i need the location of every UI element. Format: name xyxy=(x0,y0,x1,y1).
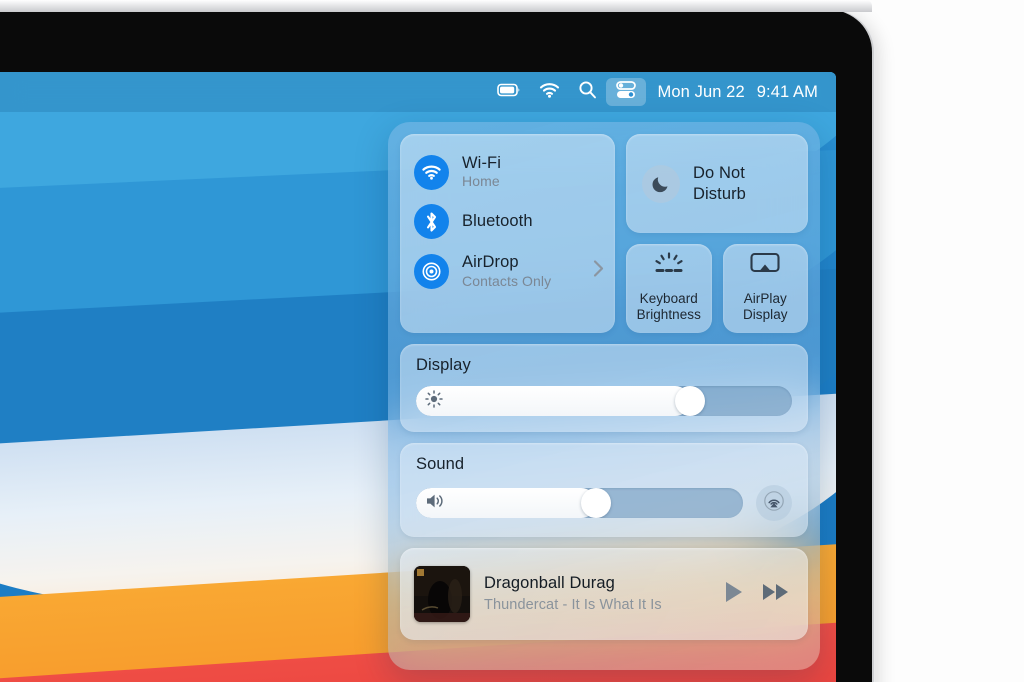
display-slider-row xyxy=(416,386,792,417)
wifi-label: Wi-Fi xyxy=(462,154,501,172)
wifi-icon[interactable] xyxy=(414,154,449,190)
play-icon[interactable] xyxy=(723,580,745,609)
sound-slider-fill xyxy=(416,488,596,519)
moon-icon xyxy=(642,164,680,203)
sound-volume-slider[interactable] xyxy=(416,488,743,519)
kb-label-line2: Brightness xyxy=(636,307,701,323)
airplay-display-tile[interactable]: AirPlay Display xyxy=(722,244,808,334)
now-playing-subtitle: Thundercat - It Is What It Is xyxy=(484,597,662,614)
menubar-date[interactable]: Mon Jun 22 xyxy=(654,83,749,102)
control-center-icon xyxy=(615,80,637,105)
airplay-audio-icon xyxy=(763,490,785,517)
keyboard-brightness-label: Keyboard Brightness xyxy=(637,291,701,323)
do-not-disturb-label: Do Not Disturb xyxy=(693,163,746,204)
menubar-time[interactable]: 9:41 AM xyxy=(753,83,822,102)
brightness-icon xyxy=(425,390,443,413)
display-title: Display xyxy=(416,356,471,375)
battery-status-item[interactable] xyxy=(488,78,530,106)
display-screen: Mon Jun 22 9:41 AM Wi-Fi Home Bluetooth … xyxy=(0,72,836,682)
album-artwork[interactable] xyxy=(414,566,470,623)
keyboard-brightness-tile[interactable]: Keyboard Brightness xyxy=(626,244,712,334)
screenshot-root: Mon Jun 22 9:41 AM Wi-Fi Home Bluetooth … xyxy=(0,0,1024,682)
small-tiles-row: Keyboard Brightness AirPlay Display xyxy=(626,244,808,334)
sound-slider-row xyxy=(416,485,792,522)
now-playing-text: Dragonball Durag Thundercat - It Is What… xyxy=(484,574,709,614)
bluetooth-label: Bluetooth xyxy=(462,212,533,231)
airdrop-mode: Contacts Only xyxy=(462,272,552,289)
fast-forward-icon[interactable] xyxy=(762,580,790,609)
sound-module: Sound xyxy=(400,443,808,538)
speaker-icon xyxy=(425,492,447,515)
control-center-top-row: Wi-Fi Home Bluetooth AirDrop Contacts On… xyxy=(400,134,808,334)
control-center-tiles: Do Not Disturb Keyboard Brightness AirPl… xyxy=(626,134,808,334)
now-playing-title: Dragonball Durag xyxy=(484,574,615,593)
control-center-menu-item[interactable] xyxy=(605,78,646,106)
display-slider-fill xyxy=(416,386,691,417)
laptop-top-edge xyxy=(0,0,872,12)
airdrop-icon[interactable] xyxy=(414,253,449,289)
playback-controls xyxy=(723,580,794,609)
airdrop-label: AirDrop xyxy=(462,253,519,272)
chevron-right-icon[interactable] xyxy=(593,260,604,283)
now-playing-module[interactable]: Dragonball Durag Thundercat - It Is What… xyxy=(400,548,808,641)
wifi-icon xyxy=(539,82,560,103)
dnd-label-line2: Disturb xyxy=(693,184,746,203)
keyboard-brightness-icon xyxy=(652,252,686,283)
airplay-display-icon xyxy=(749,252,781,283)
wifi-status-item[interactable] xyxy=(530,78,569,106)
dnd-label-line1: Do Not xyxy=(693,163,745,182)
bluetooth-row[interactable]: Bluetooth xyxy=(400,197,615,246)
sound-title: Sound xyxy=(416,455,465,474)
menu-bar: Mon Jun 22 9:41 AM xyxy=(0,72,836,112)
display-module: Display xyxy=(400,344,808,433)
display-slider-knob[interactable] xyxy=(675,386,706,417)
airdrop-row[interactable]: AirDrop Contacts Only xyxy=(400,246,615,296)
battery-icon xyxy=(496,83,521,102)
kb-label-line1: Keyboard xyxy=(639,291,698,306)
do-not-disturb-tile[interactable]: Do Not Disturb xyxy=(626,134,808,233)
spotlight-search-item[interactable] xyxy=(569,78,606,106)
wifi-row[interactable]: Wi-Fi Home xyxy=(400,147,615,197)
bluetooth-icon[interactable] xyxy=(414,204,449,240)
control-center-panel: Wi-Fi Home Bluetooth AirDrop Contacts On… xyxy=(388,122,820,670)
display-brightness-slider[interactable] xyxy=(416,386,792,417)
airplay-audio-button[interactable] xyxy=(756,485,792,522)
airplay-display-label: AirPlay Display xyxy=(743,291,788,323)
sound-slider-knob[interactable] xyxy=(580,488,611,519)
ap-label-line2: Display xyxy=(742,307,788,323)
wifi-network-name: Home xyxy=(462,173,500,190)
search-icon xyxy=(578,80,597,104)
connectivity-module: Wi-Fi Home Bluetooth AirDrop Contacts On… xyxy=(400,134,615,334)
ap-label-line1: AirPlay xyxy=(743,291,787,306)
